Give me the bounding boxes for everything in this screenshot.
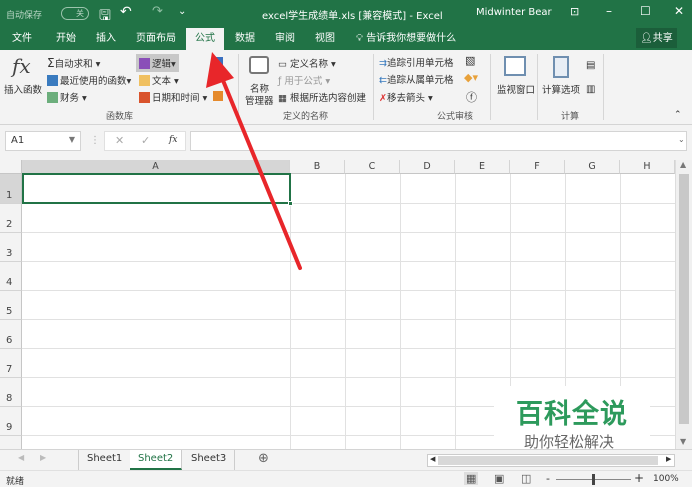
red-annotation-arrow (206, 52, 302, 270)
